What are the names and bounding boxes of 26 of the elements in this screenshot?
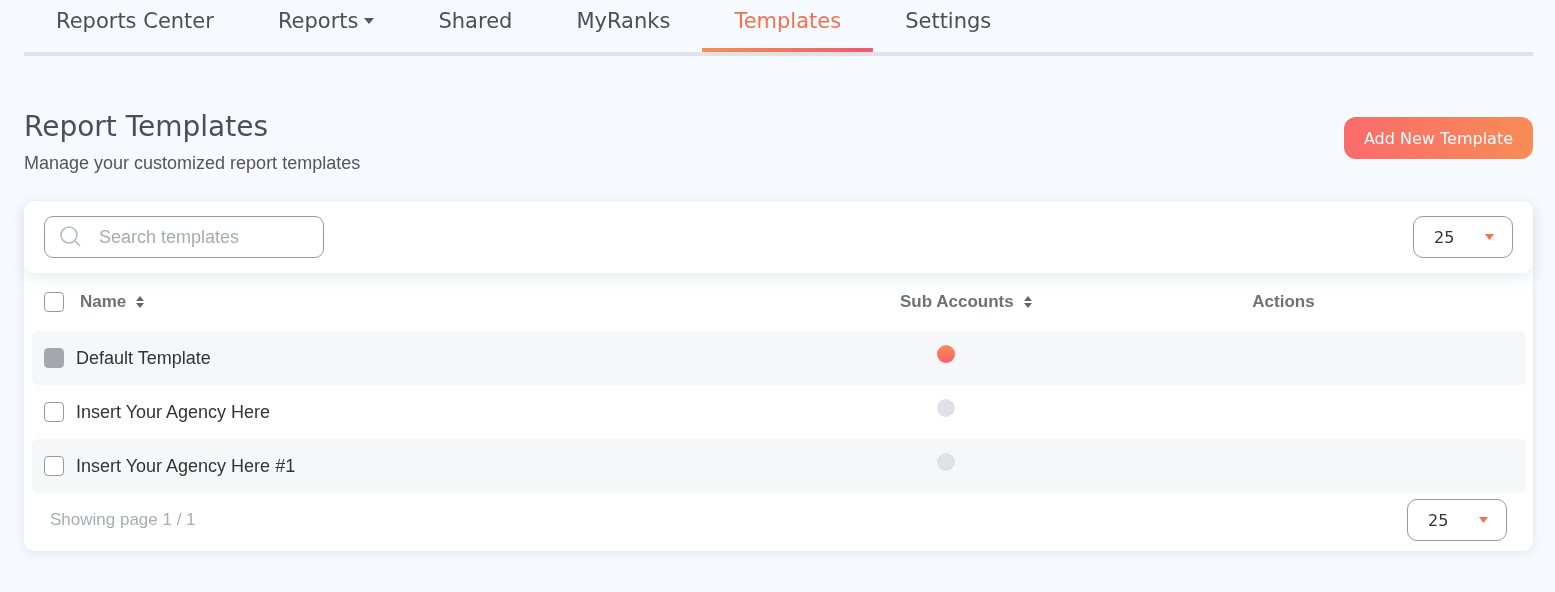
column-header[interactable]: Name [80,292,145,312]
nav-tab[interactable]: Settings [873,0,1024,56]
search-icon [59,225,83,249]
nav-tab[interactable]: Shared [406,0,545,56]
template-name: Insert Your Agency Here #1 [76,455,296,477]
row-checkbox[interactable] [44,402,64,422]
page-title: Report Templates [24,110,270,143]
row-checkbox[interactable] [44,456,64,476]
column-header: Actions [1252,292,1315,312]
page-size-select[interactable]: 25 [1413,216,1513,258]
caret-icon [1485,234,1494,240]
select-all-checkbox[interactable] [44,292,64,312]
page-info: Showing page 1 / 1 [50,510,196,530]
column-header[interactable]: Sub Accounts [900,292,1032,312]
template-name: Insert Your Agency Here [76,401,271,423]
nav-tab[interactable]: Reports [245,0,407,56]
sort-icon[interactable] [136,296,145,308]
template-name: Default Template [76,347,211,369]
nav-tab[interactable]: MyRanks [544,0,703,56]
sort-icon[interactable] [1023,296,1032,308]
nav-tab[interactable]: Reports Center [24,0,246,56]
page-size-select[interactable]: 25 [1407,499,1507,541]
caret-icon [1479,517,1488,523]
search-field[interactable]: Search templates [44,216,324,258]
page-subtitle: Manage your customized report templates [24,153,361,174]
caret-icon [364,18,375,24]
